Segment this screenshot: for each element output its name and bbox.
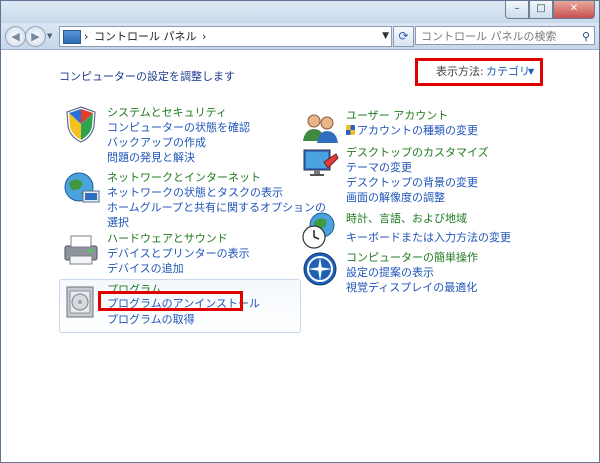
category-network-internet: ネットワークとインターネット ネットワークの状態とタスクの表示 ホームグループと… xyxy=(61,169,326,230)
maximize-button[interactable]: □ xyxy=(529,1,553,19)
link-view-suggested-settings[interactable]: 設定の提案の表示 xyxy=(346,264,434,280)
link-adjust-screen-resolution[interactable]: 画面の解像度の調整 xyxy=(346,189,445,205)
category-title-user-accounts[interactable]: ユーザー アカウント xyxy=(346,107,448,123)
link-check-computer-status[interactable]: コンピューターの状態を確認 xyxy=(107,119,250,135)
link-change-keyboard-input[interactable]: キーボードまたは入力方法の変更 xyxy=(346,229,511,245)
main-content: コンピューターの設定を調整します 表示方法: カテゴリ ▼ システムとセキュリテ… xyxy=(1,50,599,462)
category-title-hardware-sound[interactable]: ハードウェアとサウンド xyxy=(107,230,228,246)
refresh-button[interactable]: ⟳ xyxy=(393,26,414,47)
desktop-customize-icon xyxy=(303,149,339,176)
search-icon[interactable]: ⚲ xyxy=(582,27,590,46)
view-by-selector[interactable]: 表示方法: カテゴリ ▼ xyxy=(415,58,543,86)
globe-network-icon xyxy=(64,172,100,203)
category-title-appearance[interactable]: デスクトップのカスタマイズ xyxy=(346,144,489,160)
forward-button[interactable]: ▶ xyxy=(25,26,46,47)
link-homegroup-sharing-options[interactable]: ホームグループと共有に関するオプションの xyxy=(107,199,326,215)
category-title-network-internet[interactable]: ネットワークとインターネット xyxy=(107,169,261,185)
link-network-status-tasks[interactable]: ネットワークの状態とタスクの表示 xyxy=(107,184,283,200)
link-get-programs[interactable]: プログラムの取得 xyxy=(107,311,195,327)
category-title-ease-of-access[interactable]: コンピューターの簡単操作 xyxy=(346,249,478,265)
link-change-theme[interactable]: テーマの変更 xyxy=(346,159,412,175)
recent-pages-dropdown[interactable]: ▼ xyxy=(47,32,52,40)
page-title: コンピューターの設定を調整します xyxy=(59,70,235,83)
category-title-clock-language-region[interactable]: 時計、言語、および地域 xyxy=(346,210,467,226)
shield-icon xyxy=(66,106,96,143)
address-dropdown-icon[interactable]: ▼ xyxy=(382,27,389,46)
link-find-fix-problems[interactable]: 問題の発見と解決 xyxy=(107,149,195,165)
search-placeholder: コントロール パネルの検索 xyxy=(421,30,557,43)
close-button[interactable]: ✕ xyxy=(553,1,595,19)
breadcrumb-separator[interactable]: › xyxy=(84,27,88,46)
printer-icon xyxy=(64,235,98,265)
navigation-bar: ◀ ▶ ▼ › コントロール パネル › ▼ ⟳ コントロール パネルの検索 ⚲ xyxy=(1,23,599,50)
link-change-desktop-background[interactable]: デスクトップの背景の変更 xyxy=(346,174,478,190)
programs-icon xyxy=(66,286,94,318)
link-view-devices-printers[interactable]: デバイスとプリンターの表示 xyxy=(107,245,250,261)
back-button[interactable]: ◀ xyxy=(5,26,26,47)
uninstall-highlight-box xyxy=(98,291,243,311)
category-ease-of-access: コンピューターの簡単操作 設定の提案の表示 視覚ディスプレイの最適化 xyxy=(300,249,540,294)
search-input[interactable]: コントロール パネルの検索 ⚲ xyxy=(415,26,595,45)
address-bar[interactable]: › コントロール パネル › ▼ xyxy=(59,26,392,47)
link-optimize-visual-display[interactable]: 視覚ディスプレイの最適化 xyxy=(346,279,477,295)
link-change-account-type[interactable]: アカウントの種類の変更 xyxy=(346,122,478,138)
breadcrumb-separator[interactable]: › xyxy=(202,27,206,46)
category-title-system-security[interactable]: システムとセキュリティ xyxy=(107,104,227,120)
control-panel-window: – □ ✕ ◀ ▶ ▼ › コントロール パネル › ▼ ⟳ コントロール パネ… xyxy=(0,0,600,463)
category-appearance-personalization: デスクトップのカスタマイズ テーマの変更 デスクトップの背景の変更 画面の解像度… xyxy=(300,144,540,204)
category-user-accounts: ユーザー アカウント アカウントの種類の変更 xyxy=(300,107,540,143)
clock-globe-icon xyxy=(302,212,335,249)
category-system-security: システムとセキュリティ コンピューターの状態を確認 バックアップの作成 問題の発… xyxy=(61,104,291,164)
uac-shield-icon xyxy=(346,125,355,135)
link-homegroup-sharing-options-cont[interactable]: 選択 xyxy=(107,214,129,230)
chevron-down-icon[interactable]: ▼ xyxy=(528,61,534,83)
ease-of-access-icon xyxy=(303,252,337,286)
breadcrumb-control-panel[interactable]: コントロール パネル xyxy=(94,27,197,46)
link-change-account-type-label: アカウントの種類の変更 xyxy=(357,124,478,137)
link-add-device[interactable]: デバイスの追加 xyxy=(107,260,184,276)
link-create-backup[interactable]: バックアップの作成 xyxy=(107,134,206,150)
category-clock-language-region: 時計、言語、および地域 キーボードまたは入力方法の変更 xyxy=(300,210,540,249)
category-hardware-sound: ハードウェアとサウンド デバイスとプリンターの表示 デバイスの追加 xyxy=(61,230,291,275)
control-panel-icon xyxy=(63,30,81,44)
minimize-button[interactable]: – xyxy=(505,1,529,19)
caption-buttons: – □ ✕ xyxy=(505,1,595,19)
users-icon xyxy=(303,114,338,143)
view-by-value[interactable]: カテゴリ xyxy=(486,61,530,83)
view-by-label: 表示方法: xyxy=(436,65,484,78)
title-bar: – □ ✕ xyxy=(1,1,599,23)
